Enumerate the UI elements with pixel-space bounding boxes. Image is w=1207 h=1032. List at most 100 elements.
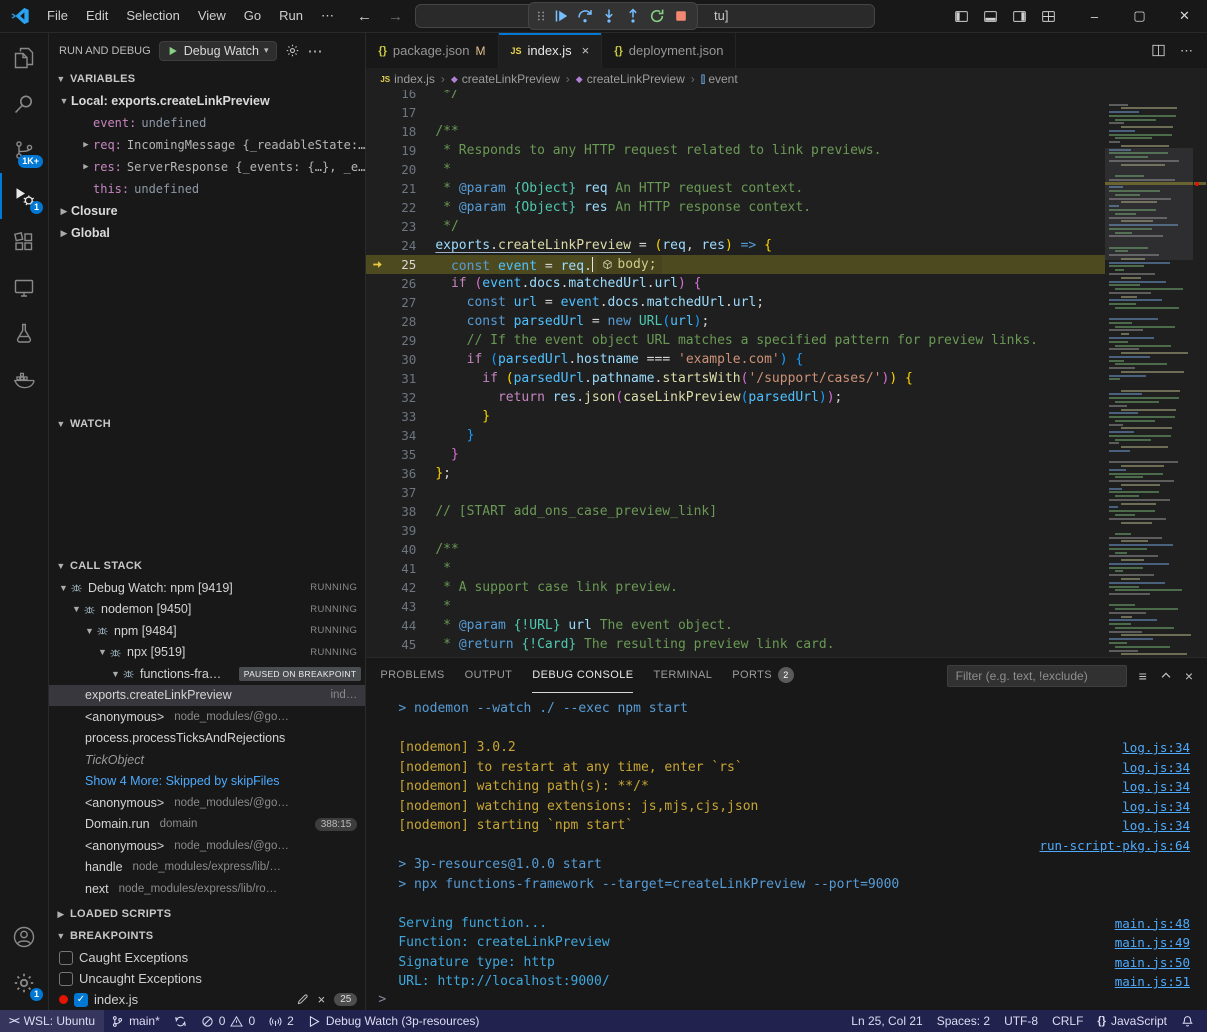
code-line[interactable]: 23 */ xyxy=(366,217,1105,236)
stack-frame-row[interactable]: process.processTicksAndRejections xyxy=(49,728,365,750)
stack-frame-row[interactable]: <anonymous>node_modules/@go… xyxy=(49,835,365,857)
breakpoint-checkbox[interactable]: ✓ xyxy=(74,993,88,1007)
maximize-button[interactable]: ▢ xyxy=(1117,0,1162,32)
code-line[interactable]: 20 * xyxy=(366,160,1105,179)
console-source-link[interactable]: log.js:34 xyxy=(1122,738,1190,758)
stack-frame-row[interactable]: Show 4 More: Skipped by skipFiles xyxy=(49,771,365,793)
breadcrumb-item[interactable]: ◆createLinkPreview xyxy=(451,72,560,86)
panel-tab-debug-console[interactable]: DEBUG CONSOLE xyxy=(532,658,633,693)
call-stack-session-row[interactable]: ▼nodemon [9450]RUNNING xyxy=(49,599,365,621)
code-line[interactable]: 45 * @return {!Card} The resulting previ… xyxy=(366,635,1105,654)
console-source-link[interactable]: log.js:34 xyxy=(1122,777,1190,797)
filter-icon[interactable]: ≡ xyxy=(1139,668,1147,684)
console-source-link[interactable]: run-script-pkg.js:64 xyxy=(1039,836,1190,856)
loaded-scripts-section-header[interactable]: ▶ LOADED SCRIPTS xyxy=(49,903,365,925)
watch-section-header[interactable]: ▼ WATCH xyxy=(49,413,365,435)
panel-tab-ports[interactable]: PORTS2 xyxy=(732,658,794,693)
activity-extensions-icon[interactable] xyxy=(0,219,48,265)
remove-breakpoint-icon[interactable]: × xyxy=(318,992,326,1007)
code-line[interactable]: 36}; xyxy=(366,464,1105,483)
stack-frame-row[interactable]: handlenode_modules/express/lib/… xyxy=(49,857,365,879)
activity-docker-icon[interactable] xyxy=(0,357,48,403)
menu-file[interactable]: File xyxy=(38,2,77,30)
variables-section-header[interactable]: ▼ VARIABLES xyxy=(49,68,365,90)
call-stack-section-header[interactable]: ▼ CALL STACK xyxy=(49,555,365,577)
debug-console-input-prompt[interactable]: > xyxy=(366,992,1207,1010)
call-stack-session-row[interactable]: ▼functions-fra…PAUSED ON BREAKPOINT xyxy=(49,663,365,685)
console-source-link[interactable]: main.js:51 xyxy=(1115,972,1190,992)
code-line[interactable]: 16 */ xyxy=(366,90,1105,103)
variable-row[interactable]: event:undefined xyxy=(49,112,365,134)
activity-search-icon[interactable] xyxy=(0,81,48,127)
configure-gear-icon[interactable] xyxy=(285,43,300,58)
toggle-sidebar-icon[interactable] xyxy=(954,9,969,24)
console-source-link[interactable]: main.js:49 xyxy=(1115,933,1190,953)
editor-more-actions-icon[interactable]: ⋯ xyxy=(1180,43,1193,59)
stack-frame-row[interactable]: <anonymous>node_modules/@go… xyxy=(49,792,365,814)
activity-accounts-icon[interactable] xyxy=(0,914,48,960)
variable-row[interactable]: this:undefined xyxy=(49,178,365,200)
variables-scope-row[interactable]: ▶Global xyxy=(49,222,365,244)
stack-frame-row[interactable]: exports.createLinkPreviewind… xyxy=(49,685,365,707)
minimap-slider[interactable] xyxy=(1105,148,1193,260)
code-line[interactable]: 44 * @param {!URL} url The event object. xyxy=(366,616,1105,635)
code-line[interactable]: 32 return res.json(caseLinkPreview(parse… xyxy=(366,388,1105,407)
activity-testing-icon[interactable] xyxy=(0,311,48,357)
code-line[interactable]: 21 * @param {Object} req An HTTP request… xyxy=(366,179,1105,198)
stack-frame-row[interactable]: <anonymous>node_modules/@go… xyxy=(49,706,365,728)
status-sync[interactable] xyxy=(167,1010,194,1032)
breakpoint-row[interactable]: Uncaught Exceptions xyxy=(49,968,365,989)
console-source-link[interactable]: main.js:50 xyxy=(1115,953,1190,973)
tab-index.js[interactable]: JSindex.js× xyxy=(499,33,603,68)
panel-tab-terminal[interactable]: TERMINAL xyxy=(653,658,712,693)
code-line[interactable]: 42 * A support case link preview. xyxy=(366,578,1105,597)
call-stack-session-row[interactable]: ▼npm [9484]RUNNING xyxy=(49,620,365,642)
activity-run-and-debug-icon[interactable]: 1 xyxy=(0,173,48,219)
menu-go[interactable]: Go xyxy=(235,2,270,30)
restart-button[interactable] xyxy=(646,5,668,27)
code-line[interactable]: 17 xyxy=(366,103,1105,122)
code-line[interactable]: 29 // If the event object URL matches a … xyxy=(366,331,1105,350)
views-more-icon[interactable]: ⋯ xyxy=(308,42,323,60)
activity-explorer-icon[interactable] xyxy=(0,35,48,81)
maximize-panel-icon[interactable] xyxy=(1159,669,1173,683)
close-button[interactable]: ✕ xyxy=(1162,0,1207,32)
call-stack-session-row[interactable]: ▼npx [9519]RUNNING xyxy=(49,642,365,664)
code-line[interactable]: 33 } xyxy=(366,407,1105,426)
toggle-panel-icon[interactable] xyxy=(983,9,998,24)
variable-row[interactable]: ▶res:ServerResponse {_events: {…}, _e… xyxy=(49,156,365,178)
status-eol[interactable]: CRLF xyxy=(1045,1010,1090,1032)
code-line[interactable]: 38// [START add_ons_case_preview_link] xyxy=(366,502,1105,521)
code-line[interactable]: 28 const parsedUrl = new URL(url); xyxy=(366,312,1105,331)
code-line[interactable]: 31 if (parsedUrl.pathname.startsWith('/s… xyxy=(366,369,1105,388)
activity-remote-explorer-icon[interactable] xyxy=(0,265,48,311)
status-language[interactable]: {}JavaScript xyxy=(1090,1010,1174,1032)
go-back-icon[interactable]: ← xyxy=(357,8,372,25)
console-source-link[interactable]: log.js:34 xyxy=(1122,816,1190,836)
status-notifications[interactable] xyxy=(1174,1010,1201,1032)
step-out-button[interactable] xyxy=(622,5,644,27)
breakpoint-checkbox[interactable] xyxy=(59,972,73,986)
code-line[interactable]: 41 * xyxy=(366,559,1105,578)
customize-layout-icon[interactable] xyxy=(1041,9,1056,24)
variable-row[interactable]: ▶req:IncomingMessage {_readableState:… xyxy=(49,134,365,156)
code-line[interactable]: 40/** xyxy=(366,540,1105,559)
menu-overflow[interactable]: ⋯ xyxy=(312,2,343,30)
breakpoints-section-header[interactable]: ▼ BREAKPOINTS xyxy=(49,925,365,947)
code-line[interactable]: 26 if (event.docs.matchedUrl.url) { xyxy=(366,274,1105,293)
stack-frame-row[interactable]: Domain.rundomain388:15 xyxy=(49,814,365,836)
minimize-button[interactable]: – xyxy=(1072,0,1117,32)
panel-tab-output[interactable]: OUTPUT xyxy=(465,658,513,693)
breakpoint-row[interactable]: Caught Exceptions xyxy=(49,947,365,968)
status-ports[interactable]: 2 xyxy=(262,1010,301,1032)
toolbar-drag-handle-icon[interactable] xyxy=(534,9,548,23)
code-line[interactable]: 27 const url = event.docs.matchedUrl.url… xyxy=(366,293,1105,312)
code-line[interactable]: 19 * Responds to any HTTP request relate… xyxy=(366,141,1105,160)
breakpoint-row[interactable]: ✓index.js×25 xyxy=(49,989,365,1010)
status-encoding[interactable]: UTF-8 xyxy=(997,1010,1045,1032)
edit-breakpoint-icon[interactable] xyxy=(296,993,309,1006)
console-source-link[interactable]: log.js:34 xyxy=(1122,797,1190,817)
close-tab-icon[interactable]: × xyxy=(582,43,590,58)
code-line[interactable]: 22 * @param {Object} res An HTTP respons… xyxy=(366,198,1105,217)
console-source-link[interactable]: main.js:48 xyxy=(1115,914,1190,934)
